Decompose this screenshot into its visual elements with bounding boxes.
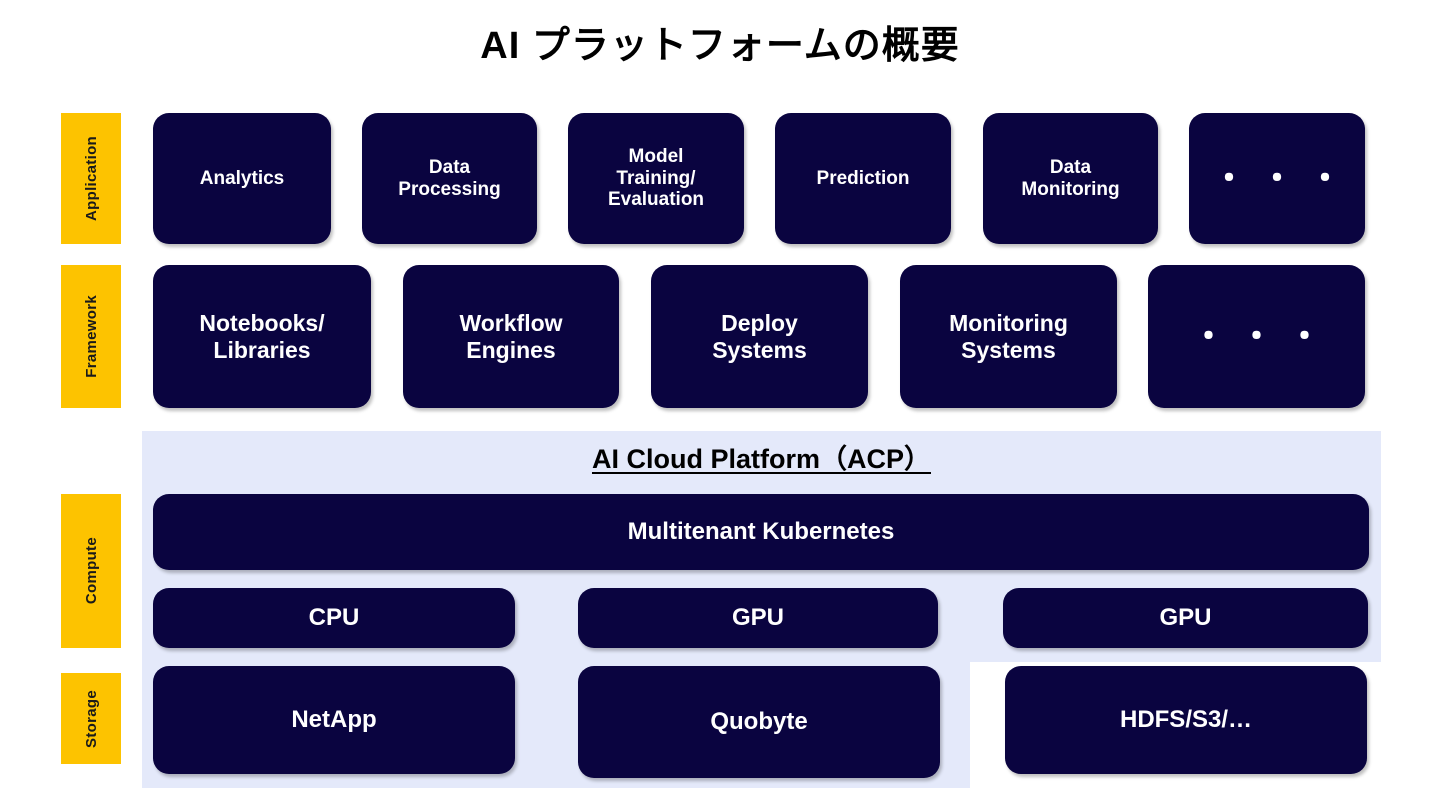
ellipsis-icon: ・・・: [1191, 317, 1336, 356]
compute-node-gpu-2[interactable]: GPU: [1003, 588, 1368, 648]
layer-band-label-compute: Compute: [82, 537, 100, 605]
framework-node-workflow-engines[interactable]: Workflow Engines: [403, 265, 619, 408]
ellipsis-icon: ・・・: [1212, 159, 1356, 198]
layer-band-label-storage: Storage: [82, 689, 100, 748]
layer-band-storage: Storage: [61, 673, 121, 764]
storage-node-quobyte[interactable]: Quobyte: [578, 666, 940, 778]
acp-panel-title: AI Cloud Platform（ACP）: [591, 444, 931, 474]
application-node-ellipsis[interactable]: ・・・: [1189, 113, 1365, 244]
application-node-prediction[interactable]: Prediction: [775, 113, 951, 244]
framework-node-deploy-systems[interactable]: Deploy Systems: [651, 265, 868, 408]
compute-node-multitenant-kubernetes[interactable]: Multitenant Kubernetes: [153, 494, 1369, 570]
page-title: AI プラットフォームの概要: [480, 25, 960, 67]
layer-band-framework: Framework: [61, 265, 121, 408]
application-node-data-processing[interactable]: Data Processing: [362, 113, 537, 244]
storage-node-netapp[interactable]: NetApp: [153, 666, 515, 774]
compute-node-cpu[interactable]: CPU: [153, 588, 515, 648]
framework-node-notebooks-libraries[interactable]: Notebooks/ Libraries: [153, 265, 371, 408]
application-node-model-training-evaluation[interactable]: Model Training/ Evaluation: [568, 113, 744, 244]
layer-band-application: Application: [61, 113, 121, 244]
application-node-analytics[interactable]: Analytics: [153, 113, 331, 244]
framework-node-ellipsis[interactable]: ・・・: [1148, 265, 1365, 408]
layer-band-label-application: Application: [82, 136, 100, 221]
compute-node-gpu-1[interactable]: GPU: [578, 588, 938, 648]
diagram-canvas: AI プラットフォームの概要 AI Cloud Platform（ACP） Ap…: [0, 0, 1440, 810]
framework-node-monitoring-systems[interactable]: Monitoring Systems: [900, 265, 1117, 408]
application-node-data-monitoring[interactable]: Data Monitoring: [983, 113, 1158, 244]
layer-band-label-framework: Framework: [82, 295, 100, 378]
layer-band-compute: Compute: [61, 494, 121, 648]
storage-node-hdfs-s3[interactable]: HDFS/S3/…: [1005, 666, 1367, 774]
